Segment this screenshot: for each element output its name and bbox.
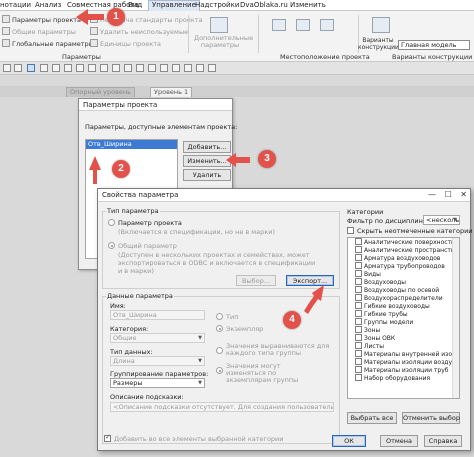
arrow-2: [89, 156, 101, 184]
step-marker-2: 2: [112, 160, 130, 178]
arrow-3: [226, 153, 250, 167]
step-marker-1: 1: [107, 8, 125, 26]
step-marker-3: 3: [258, 150, 276, 168]
arrow-1: [76, 9, 104, 25]
step-marker-4: 4: [283, 311, 301, 329]
arrow-4: [304, 285, 324, 314]
annotation-arrows: [76, 9, 324, 314]
